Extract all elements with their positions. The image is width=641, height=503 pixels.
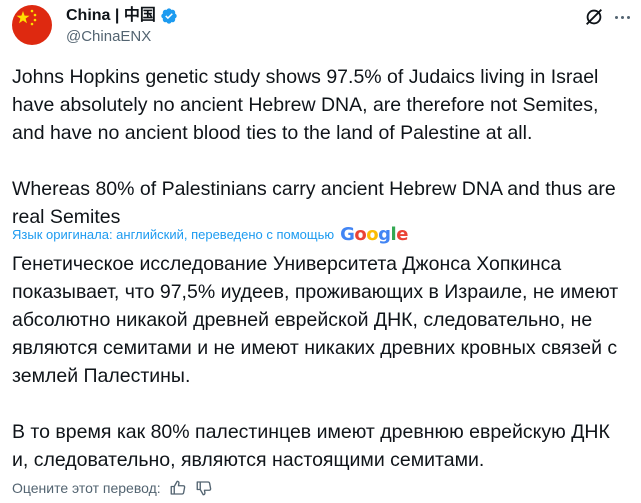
author-name-row: China | 中国: [66, 6, 178, 26]
author-handle[interactable]: @ChinaENX: [66, 27, 151, 47]
thumbs-up-icon[interactable]: [169, 479, 187, 497]
dot-icon: [620, 15, 624, 19]
translated-paragraph: Генетическое исследование Университета Д…: [12, 253, 619, 387]
translation-note-text: Язык оригинала: английский, переведено с…: [12, 227, 335, 242]
dot-icon: [614, 15, 618, 19]
author-name[interactable]: China | 中国: [66, 6, 156, 26]
more-options-button[interactable]: [609, 4, 635, 30]
author-avatar[interactable]: [12, 5, 52, 45]
grok-icon: [586, 9, 602, 25]
translated-paragraph: В то время как 80% палестинцев имеют дре…: [12, 421, 610, 471]
tweet-paragraph: Whereas 80% of Palestinians carry ancien…: [12, 178, 616, 228]
dot-icon: [626, 15, 630, 19]
translated-text: Генетическое исследование Университета Д…: [12, 250, 627, 474]
china-flag-icon: [12, 5, 52, 45]
google-logo: Google: [340, 224, 408, 245]
verified-badge-icon: [161, 8, 177, 24]
grok-button[interactable]: [581, 4, 607, 30]
rate-translation-label: Оцените этот перевод:: [12, 480, 161, 496]
tweet-text: Johns Hopkins genetic study shows 97.5% …: [12, 63, 627, 231]
rate-translation-row: Оцените этот перевод:: [12, 478, 213, 498]
tweet-paragraph: Johns Hopkins genetic study shows 97.5% …: [12, 66, 599, 144]
translation-note[interactable]: Язык оригинала: английский, переведено с…: [12, 226, 408, 244]
thumbs-down-icon[interactable]: [195, 479, 213, 497]
